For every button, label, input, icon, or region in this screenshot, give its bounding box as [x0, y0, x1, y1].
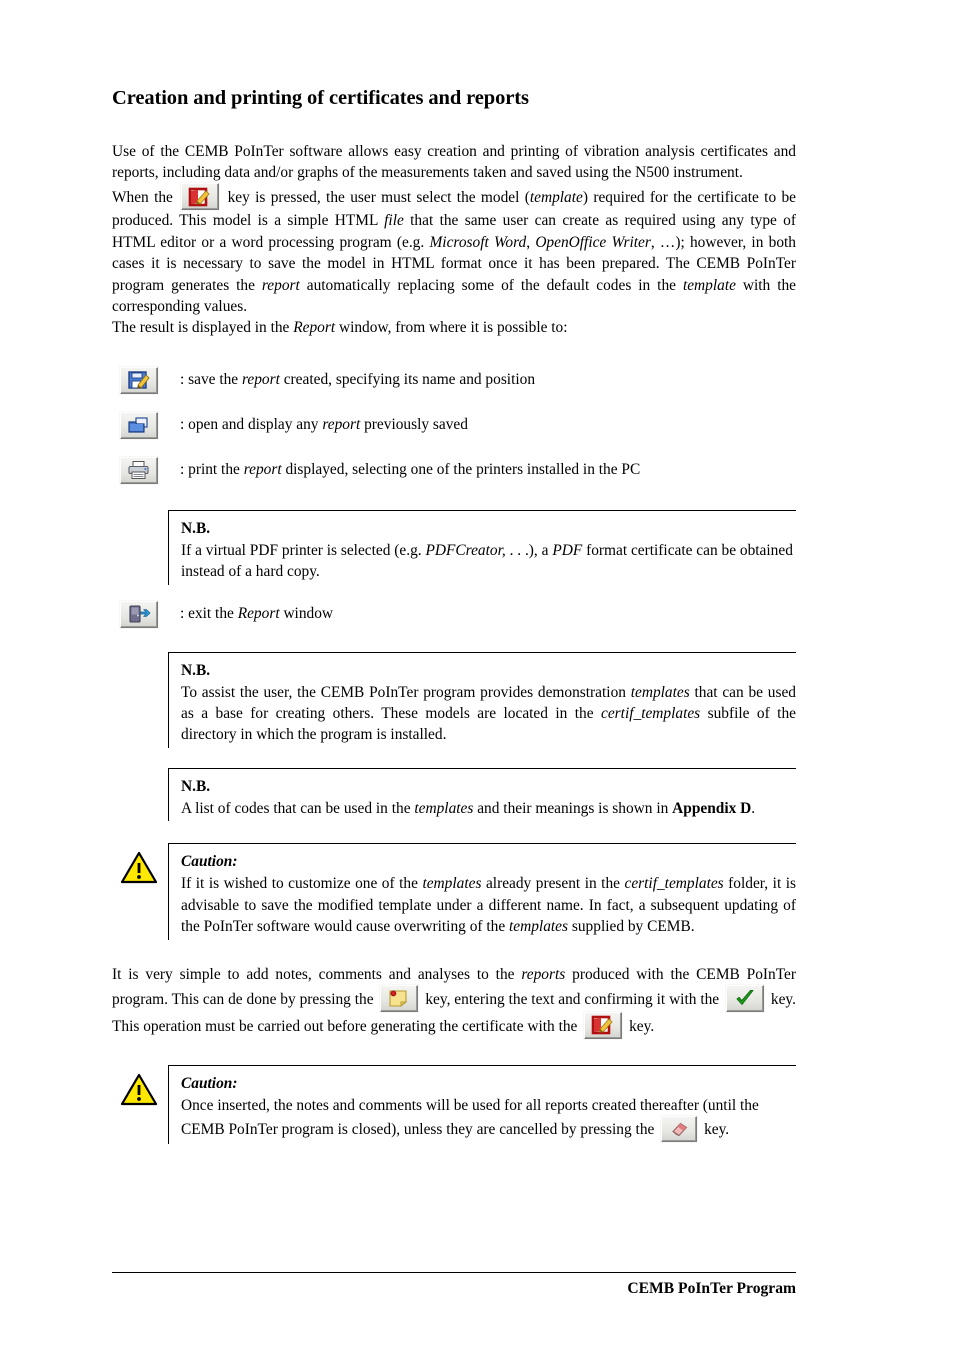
intro-italic-file: file [384, 212, 404, 230]
caution-notes-heading: Caution: [181, 1074, 238, 1092]
footer-text: CEMB PoInTer Program [627, 1280, 796, 1297]
nb3-i3: templates [509, 918, 569, 936]
print-desc-a: : print the [180, 460, 244, 478]
save-desc-italic: report [241, 370, 280, 388]
note-box-pdf-heading: N.B. [181, 519, 211, 537]
nb1-i2: certif_templates [601, 705, 701, 723]
note-box-templates: N.B. To assist the user, the CEMB PoInTe… [168, 651, 796, 748]
print-report-icon[interactable] [120, 456, 158, 484]
save-button-wrap [112, 366, 180, 394]
intro-text-2b: key is pressed, the user must select the… [227, 189, 530, 207]
intro-italic-word: Microsoft Word [429, 233, 527, 251]
intro-text-3b: window, from where it is possible to: [335, 319, 568, 337]
notes-par-e: key. [629, 1017, 655, 1035]
note-box-pdf-text: If a virtual PDF printer is selected (e.… [181, 540, 796, 583]
intro-paragraph-2: When the key is pressed, the user must s… [112, 183, 796, 317]
add-note-icon[interactable] [380, 984, 419, 1012]
caution-templates-heading: Caution: [181, 853, 238, 871]
notes-par-a: It is very simple to add notes, comments… [112, 965, 522, 983]
caution-box-templates: Caution: If it is wished to customize on… [168, 843, 796, 940]
document-page: Creation and printing of certificates an… [0, 0, 954, 1350]
note-box-appendix-heading: N.B. [181, 777, 211, 795]
certificate-key-icon[interactable] [181, 183, 220, 211]
intro-text-2a: When the [112, 189, 173, 207]
icon-list-item-open: : open and display any report previously… [112, 411, 796, 439]
nb0-b: . . .), a [505, 541, 553, 559]
nb0-i1: PDFCreator, [425, 541, 506, 559]
note-box-appendix-text: A list of codes that can be used in the … [181, 798, 796, 819]
save-report-icon[interactable] [120, 366, 158, 394]
intro-italic-template: template [529, 189, 583, 207]
note-box-pdf: N.B. If a virtual PDF printer is selecte… [168, 509, 796, 585]
intro-italic-report-window: Report [293, 319, 336, 337]
certificate-key-icon-2[interactable] [584, 1011, 623, 1039]
warning-triangle-icon-2 [120, 1073, 158, 1107]
caution-box-notes: Caution: Once inserted, the notes and co… [168, 1064, 796, 1145]
eraser-icon[interactable] [661, 1116, 698, 1143]
nb0-a: If a virtual PDF printer is selected (e.… [181, 541, 426, 559]
nb2-c: . [751, 799, 756, 817]
nb2-i1: templates [414, 799, 474, 817]
nb1-i1: templates [630, 683, 690, 701]
confirm-check-icon[interactable] [726, 984, 765, 1012]
open-report-icon[interactable] [120, 411, 158, 439]
note-box-templates-text: To assist the user, the CEMB PoInTer pro… [181, 682, 796, 746]
caution-box-templates-wrap: Caution: If it is wished to customize on… [112, 843, 796, 940]
nb3-d: supplied by CEMB. [568, 918, 695, 936]
note-box-appendix: N.B. A list of codes that can be used in… [168, 767, 796, 822]
exit-desc-italic: Report [237, 604, 280, 622]
page-footer: CEMB PoInTer Program [112, 1272, 796, 1298]
exit-report-icon[interactable] [120, 600, 158, 628]
intro-text-2e: , [526, 233, 536, 251]
caution-box-notes-wrap: Caution: Once inserted, the notes and co… [112, 1064, 796, 1145]
print-desc-italic: report [243, 460, 282, 478]
print-desc-b: displayed, selecting one of the printers… [281, 460, 641, 478]
intro-italic-template-2: template [682, 276, 736, 294]
nb3-i2: certif_templates [624, 875, 724, 893]
print-description: : print the report displayed, selecting … [180, 457, 640, 480]
nb2-b: and their meanings is shown in [473, 799, 673, 817]
note-box-templates-heading: N.B. [181, 661, 211, 679]
save-description: : save the report created, specifying it… [180, 367, 535, 390]
save-desc-a: : save the [180, 370, 242, 388]
intro-italic-openoffice: OpenOffice Writer [535, 233, 651, 251]
save-desc-b: created, specifying its name and positio… [279, 370, 536, 388]
open-button-wrap [112, 411, 180, 439]
nb1-a: To assist the user, the CEMB PoInTer pro… [181, 683, 631, 701]
nb3-i1: templates [422, 875, 482, 893]
notes-paragraph: It is very simple to add notes, comments… [112, 964, 796, 1039]
warning-triangle-icon [120, 851, 158, 885]
nb3-b: already present in the [481, 875, 625, 893]
intro-text-3a: The result is displayed in the [112, 319, 294, 337]
exit-desc-a: : exit the [180, 604, 238, 622]
page-title: Creation and printing of certificates an… [112, 87, 529, 109]
print-button-wrap [112, 456, 180, 484]
intro-paragraph-3: The result is displayed in the Report wi… [112, 317, 796, 338]
open-desc-a: : open and display any [180, 415, 323, 433]
open-desc-b: previously saved [360, 415, 468, 433]
open-desc-italic: report [322, 415, 361, 433]
document-content: Creation and printing of certificates an… [112, 86, 796, 1145]
notes-par-c: key, entering the text and confirming it… [425, 990, 720, 1008]
intro-paragraph-1: Use of the CEMB PoInTer software allows … [112, 141, 796, 184]
exit-button-wrap [112, 600, 180, 628]
icon-list-item-save: : save the report created, specifying it… [112, 366, 796, 394]
nb3-a: If it is wished to customize one of the [181, 875, 423, 893]
nb0-i2: PDF [552, 541, 583, 559]
intro-text-2g: automatically replacing some of the defa… [299, 276, 683, 294]
nb4-b: key. [704, 1121, 730, 1139]
intro-text-1: Use of the CEMB PoInTer software allows … [112, 142, 796, 181]
open-description: : open and display any report previously… [180, 412, 468, 435]
caution-templates-text: If it is wished to customize one of the … [181, 873, 796, 937]
nb2-bold: Appendix D [672, 799, 752, 817]
caution-notes-text: Once inserted, the notes and comments wi… [181, 1095, 796, 1143]
icon-list-item-exit: : exit the Report window [112, 600, 796, 628]
icon-list-item-print: : print the report displayed, selecting … [112, 456, 796, 484]
intro-italic-report: report [261, 276, 300, 294]
exit-description: : exit the Report window [180, 601, 333, 624]
notes-par-reports: reports [521, 965, 566, 983]
exit-desc-b: window [279, 604, 334, 622]
nb2-a: A list of codes that can be used in the [181, 799, 415, 817]
